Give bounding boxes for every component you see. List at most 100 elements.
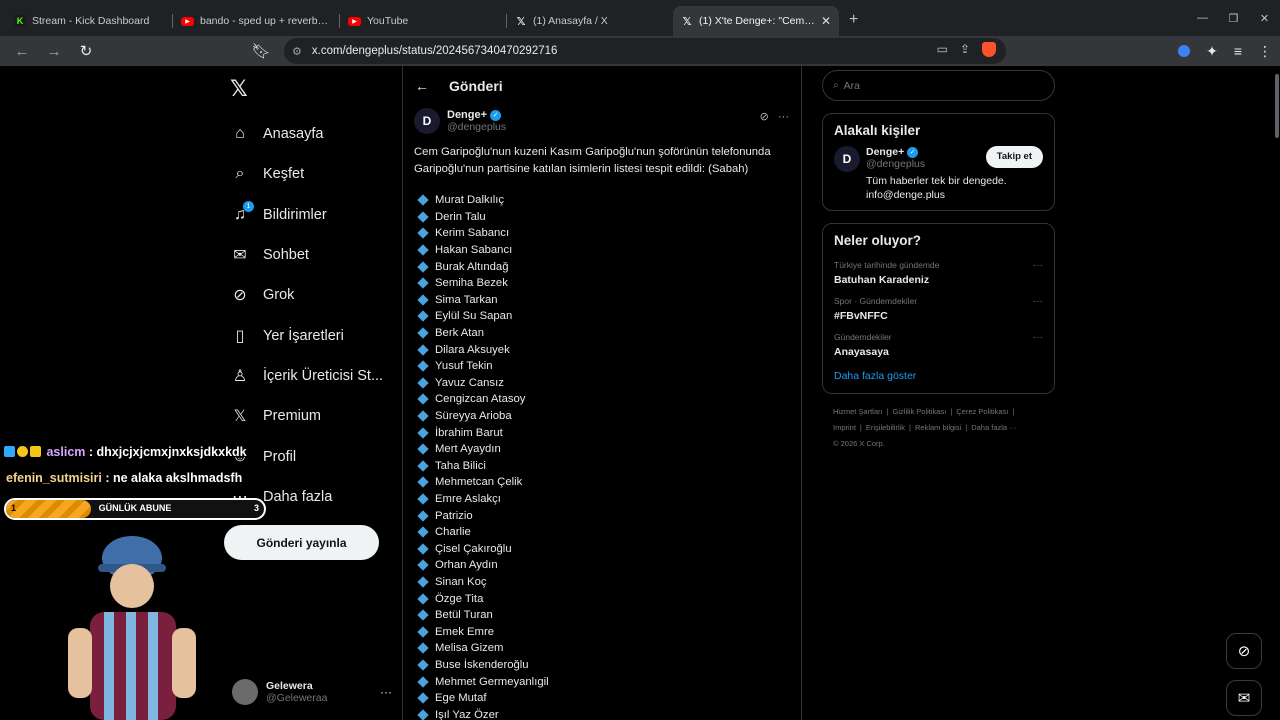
back-icon[interactable]: ← xyxy=(6,43,38,60)
media-queue-icon[interactable]: ≡ xyxy=(1234,43,1242,59)
footer-link[interactable]: | xyxy=(887,407,889,416)
page-title: Gönderi xyxy=(449,78,503,94)
browser-tab[interactable]: K Stream - Kick Dashboard xyxy=(6,6,172,36)
sidebar-item-creator-studio[interactable]: ♙ İçerik Üreticisi St... xyxy=(230,356,383,396)
post-button[interactable]: Gönderi yayınla xyxy=(224,525,379,560)
footer-link[interactable]: Daha fazla ··· xyxy=(971,423,1016,432)
back-arrow-icon[interactable]: ← xyxy=(415,78,429,94)
sidebar-item-messages[interactable]: ✉ Sohbet xyxy=(230,235,383,275)
more-options-icon[interactable]: ··· xyxy=(1033,296,1043,307)
extension-icon[interactable] xyxy=(1178,45,1191,57)
footer-link[interactable]: Gizlilik Politikası xyxy=(893,407,947,416)
sidebar-item-bookmarks[interactable]: ▯ Yer İşaretleri xyxy=(230,315,383,355)
forward-icon[interactable]: → xyxy=(38,43,70,60)
creator-icon: ♙ xyxy=(232,367,248,385)
footer-link[interactable]: Çerez Politikası xyxy=(956,407,1008,416)
footer-link[interactable]: | xyxy=(1012,407,1014,416)
name-list-item: Mert Ayaydın xyxy=(417,441,801,458)
name-list: Murat Dalkılıç Derin Talu Kerim Sabancı Hak… xyxy=(403,177,801,720)
browser-menu-icon[interactable]: ⋮ xyxy=(1258,43,1272,60)
browser-tab[interactable]: 𝕏 (1) Anasayfa / X xyxy=(507,6,673,36)
name-text: Emek Emre xyxy=(435,625,495,638)
search-input[interactable]: ⌕ Ara xyxy=(822,70,1055,101)
cast-icon[interactable]: ▭ xyxy=(937,42,948,57)
browser-tab-active[interactable]: 𝕏 (1) X'te Denge+: "Cem Garipo ✕ xyxy=(673,6,839,36)
browser-tab[interactable]: ▶ bando - sped up + reverb - YouTube xyxy=(173,6,339,36)
footer-link[interactable]: Hizmet Şartları xyxy=(833,407,883,416)
footer-link[interactable]: Reklam bilgisi xyxy=(915,423,961,432)
sidebar-item-label: Anasayfa xyxy=(263,126,324,143)
more-options-icon[interactable]: ··· xyxy=(1033,332,1043,343)
sidebar-item-home[interactable]: ⌂ Anasayfa xyxy=(230,114,383,154)
maximize-icon[interactable]: ❐ xyxy=(1218,12,1249,25)
trend-context: Gündemdekiler xyxy=(834,332,892,342)
grok-icon[interactable]: ⊘ xyxy=(760,111,769,123)
footer-link[interactable]: Erişilebilirlik xyxy=(866,423,905,432)
more-options-icon[interactable]: ··· xyxy=(1033,260,1043,271)
x-logo-icon[interactable]: 𝕏 xyxy=(230,76,248,102)
name-text: Patrizio xyxy=(435,509,473,522)
name-text: Yusuf Tekin xyxy=(435,360,493,373)
sidebar-item-profile[interactable]: ☺ Profil xyxy=(230,436,383,476)
site-info-icon[interactable]: ⚙ xyxy=(292,45,302,58)
post-author[interactable]: D Denge+ ✓ @dengeplus ⊘ ··· xyxy=(403,106,801,136)
search-icon: ⌕ xyxy=(235,165,245,183)
footer-link[interactable]: | xyxy=(965,423,967,432)
extensions-puzzle-icon[interactable]: ✦ xyxy=(1206,43,1218,60)
show-more-link[interactable]: Daha fazla göster xyxy=(834,364,1043,393)
new-tab-icon[interactable]: + xyxy=(849,11,858,29)
name-list-item: Sima Tarkan xyxy=(417,292,801,309)
relevant-person[interactable]: D Denge+ ✓ @dengeplus Tüm haberler tek bi… xyxy=(834,146,1043,210)
address-bar[interactable]: ⚙ x.com/dengeplus/status/202456734047029… xyxy=(284,38,1006,64)
window-controls: — ❐ ✕ xyxy=(1187,0,1280,36)
name-list-item: Yavuz Cansız xyxy=(417,375,801,392)
sidebar-item-more[interactable]: ⋯ Daha fazla xyxy=(230,477,383,517)
browser-tab[interactable]: ▶ YouTube xyxy=(340,6,506,36)
more-options-icon[interactable]: ··· xyxy=(380,685,392,699)
close-window-icon[interactable]: ✕ xyxy=(1249,12,1280,25)
diamond-bullet-icon xyxy=(417,327,429,339)
diamond-bullet-icon xyxy=(417,343,429,356)
diamond-bullet-icon xyxy=(417,526,429,538)
trend-name: Batuhan Karadeniz xyxy=(834,274,930,286)
name-text: Dilara Aksuyek xyxy=(435,343,510,356)
footer-link[interactable]: | xyxy=(860,423,862,432)
diamond-bullet-icon xyxy=(417,543,429,555)
grok-float-icon[interactable]: ⊘ xyxy=(1226,633,1262,669)
footer-link[interactable]: Imprint xyxy=(833,423,856,432)
name-text: Buse İskenderoğlu xyxy=(435,658,529,671)
author-handle: @dengeplus xyxy=(447,121,507,133)
footer-link[interactable]: | xyxy=(950,407,952,416)
minimize-icon[interactable]: — xyxy=(1187,12,1218,24)
trend-item[interactable]: Türkiye tarihinde gündemde Batuhan Karad… xyxy=(834,256,1043,292)
follow-button[interactable]: Takip et xyxy=(985,146,1043,168)
footer-link[interactable]: | xyxy=(909,423,911,432)
name-list-item: Melisa Gizem xyxy=(417,640,801,657)
sidebar-item-premium[interactable]: 𝕏 Premium xyxy=(230,396,383,436)
diamond-bullet-icon xyxy=(417,194,429,206)
avatar[interactable]: D xyxy=(834,146,860,172)
sidebar-item-label: Bildirimler xyxy=(263,206,327,223)
scrollbar[interactable] xyxy=(1275,74,1279,138)
sidebar-item-explore[interactable]: ⌕ Keşfet xyxy=(230,154,383,194)
share-icon[interactable]: ⇪ xyxy=(960,42,970,57)
trend-context: Spor · Gündemdekiler xyxy=(834,296,918,306)
name-text: Yavuz Cansız xyxy=(435,376,504,389)
account-switcher[interactable]: Gelewera @Geleweraa ··· xyxy=(232,679,392,705)
author-name[interactable]: Denge+ ✓ xyxy=(447,109,506,121)
messages-float-icon[interactable]: ✉ xyxy=(1226,680,1262,716)
more-options-icon[interactable]: ··· xyxy=(778,111,789,123)
brave-shield-icon[interactable] xyxy=(982,42,996,57)
author-avatar[interactable]: D xyxy=(414,108,440,134)
sidebar-item-notifications[interactable]: ♫ 1 Bildirimler xyxy=(230,195,383,235)
close-tab-icon[interactable]: ✕ xyxy=(821,14,831,28)
diamond-bullet-icon xyxy=(417,261,429,273)
sidebar-item-grok[interactable]: ⊘ Grok xyxy=(230,275,383,315)
diamond-bullet-icon xyxy=(417,310,429,323)
name-text: Mert Ayaydın xyxy=(435,443,501,456)
bookmark-star-icon[interactable]: 🔖︎ xyxy=(245,42,277,60)
name-list-item: Dilara Aksuyek xyxy=(417,341,801,358)
reload-icon[interactable]: ↻ xyxy=(70,42,102,60)
trend-item[interactable]: Spor · Gündemdekiler #FBvNFFC ··· xyxy=(834,292,1043,328)
trend-item[interactable]: Gündemdekiler Anayasaya ··· xyxy=(834,328,1043,364)
